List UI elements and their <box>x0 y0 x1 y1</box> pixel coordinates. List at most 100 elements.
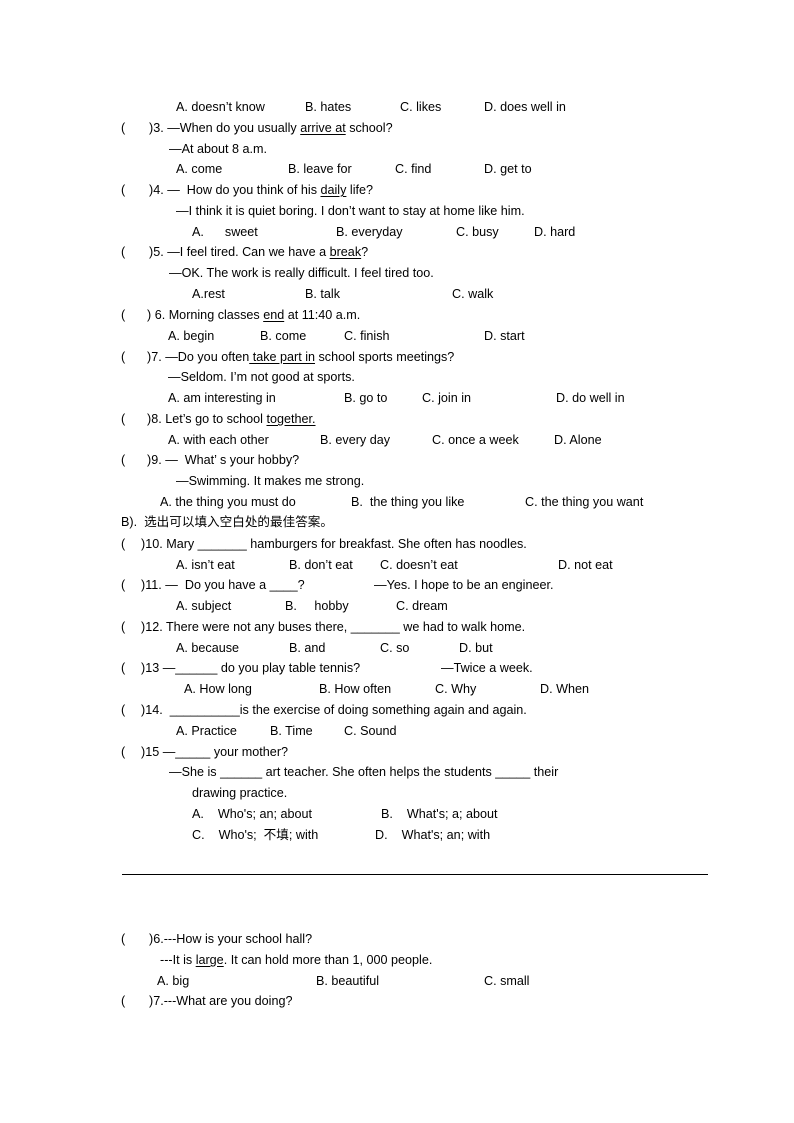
text-run: D. start <box>484 329 525 343</box>
text-segment: D. do well in <box>556 390 625 406</box>
text-segment: )3. —When do you usually arrive at schoo… <box>149 120 393 136</box>
text-run: ) 6. Morning classes <box>147 308 264 322</box>
underlined-phrase: arrive at <box>300 121 346 135</box>
text-run: B. every day <box>320 433 390 447</box>
text-segment: )4. — How do you think of his daily life… <box>149 182 373 198</box>
text-run: C. find <box>395 162 432 176</box>
text-run: at 11:40 a.m. <box>284 308 361 322</box>
text-run: C. Who's; 不填; with <box>192 828 319 842</box>
text-segment: A. How long <box>184 681 252 697</box>
text-run: B. leave for <box>288 162 352 176</box>
text-run: B. and <box>289 641 326 655</box>
text-run: A. big <box>157 974 190 988</box>
text-run: )7.---What are you doing? <box>149 994 293 1008</box>
text-run: B. How often <box>319 682 392 696</box>
answer-bracket: ( <box>121 452 125 468</box>
text-segment: —She is ______ art teacher. She often he… <box>169 764 558 780</box>
text-run: ( <box>121 121 126 135</box>
underlined-phrase: large <box>195 953 224 967</box>
text-run: ( <box>121 994 126 1008</box>
text-segment: )9. — What’ s your hobby? <box>147 452 299 468</box>
text-run: D. What's; an; with <box>375 828 491 842</box>
text-run: ( <box>121 703 126 717</box>
text-segment: —Swimming. It makes me strong. <box>176 473 364 489</box>
section-divider <box>122 874 708 875</box>
answer-bracket: ( <box>121 660 125 676</box>
text-run: A. come <box>176 162 223 176</box>
text-segment: B. How often <box>319 681 391 697</box>
text-segment: )14. __________is the exercise of doing … <box>141 702 527 718</box>
text-segment: D. Alone <box>554 432 602 448</box>
text-segment: C. busy <box>456 224 499 240</box>
text-segment: D. start <box>484 328 525 344</box>
text-segment: ---It is large. It can hold more than 1,… <box>160 952 432 968</box>
text-run: )3. —When do you usually <box>149 121 301 135</box>
answer-bracket: ( <box>121 619 125 635</box>
text-run: )5. —I feel tired. Can we have a <box>149 245 330 259</box>
text-run: D. not eat <box>558 558 613 572</box>
text-run: D. When <box>540 682 589 696</box>
underlined-phrase: daily <box>320 183 347 197</box>
text-run: B. hates <box>305 100 352 114</box>
text-run: drawing practice. <box>192 786 288 800</box>
text-segment: A. am interesting in <box>168 390 276 406</box>
text-run: B. hobby <box>285 599 349 613</box>
text-run: C. walk <box>452 287 494 301</box>
text-run: ---It is <box>160 953 196 967</box>
text-run: )8. Let’s go to school <box>147 412 267 426</box>
text-run: )11. — Do you have a ____? <box>141 578 305 592</box>
text-run: A. subject <box>176 599 232 613</box>
text-run: B. come <box>260 329 307 343</box>
text-run: A.rest <box>192 287 225 301</box>
text-segment: C. once a week <box>432 432 519 448</box>
text-segment: )11. — Do you have a ____? <box>141 577 305 593</box>
text-run: ( <box>121 537 126 551</box>
text-segment: B. Time <box>270 723 313 739</box>
text-segment: D. hard <box>534 224 575 240</box>
answer-bracket: ( <box>121 349 125 365</box>
text-run: C. doesn’t eat <box>380 558 458 572</box>
text-run: C. join in <box>422 391 471 405</box>
text-segment: )6.---How is your school hall? <box>149 931 312 947</box>
text-run: C. once a week <box>432 433 519 447</box>
text-segment: B. go to <box>344 390 387 406</box>
text-run: ( <box>121 745 126 759</box>
answer-bracket: ( <box>121 307 125 323</box>
text-segment: B. hobby <box>285 598 349 614</box>
text-run: C. dream <box>396 599 448 613</box>
text-run: D. but <box>459 641 493 655</box>
text-run: C. likes <box>400 100 442 114</box>
text-segment: —Twice a week. <box>441 660 533 676</box>
text-run: . It can hold more than 1, 000 people. <box>223 953 433 967</box>
underlined-phrase: break <box>329 245 362 259</box>
text-run: B). 选出可以填入空白处的最佳答案。 <box>121 515 333 529</box>
text-segment: C. join in <box>422 390 471 406</box>
text-run: )10. Mary _______ hamburgers for breakfa… <box>141 537 527 551</box>
text-segment: B. and <box>289 640 325 656</box>
answer-bracket: ( <box>121 744 125 760</box>
text-segment: ) 6. Morning classes end at 11:40 a.m. <box>147 307 360 323</box>
text-run: —Seldom. I’m not good at sports. <box>168 370 355 384</box>
text-segment: D. What's; an; with <box>375 827 490 843</box>
text-run: C. so <box>380 641 410 655</box>
text-segment: )8. Let’s go to school together. <box>147 411 316 427</box>
text-segment: A. sweet <box>192 224 258 240</box>
answer-bracket: ( <box>121 931 125 947</box>
text-segment: C. likes <box>400 99 441 115</box>
text-run: ( <box>121 932 126 946</box>
text-segment: —At about 8 a.m. <box>169 141 267 157</box>
text-segment: )15 —_____ your mother? <box>141 744 288 760</box>
text-segment: B. leave for <box>288 161 352 177</box>
text-run: life? <box>346 183 374 197</box>
text-run: C. Why <box>435 682 477 696</box>
text-run: A. doesn’t know <box>176 100 265 114</box>
text-segment: B. everyday <box>336 224 403 240</box>
text-segment: )7.---What are you doing? <box>149 993 293 1009</box>
text-segment: C. doesn’t eat <box>380 557 458 573</box>
text-segment: A. come <box>176 161 222 177</box>
text-segment: A.rest <box>192 286 225 302</box>
text-run: D. does well in <box>484 100 566 114</box>
answer-bracket: ( <box>121 993 125 1009</box>
text-segment: )10. Mary _______ hamburgers for breakfa… <box>141 536 527 552</box>
text-segment: B. What's; a; about <box>381 806 498 822</box>
